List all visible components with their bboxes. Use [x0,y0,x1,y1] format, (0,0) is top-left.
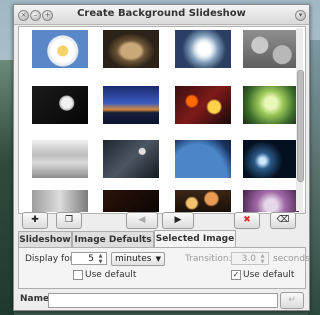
slideshow-dialog: × – + Create Background Slideshow ▾ ✚ ❐ … [13,4,310,311]
image-thumbnail[interactable] [243,30,299,68]
image-thumbnail[interactable] [103,30,159,68]
use-default-checkbox-2[interactable]: ✓ [231,270,241,280]
unit-select[interactable]: minutes ▼ [111,252,165,266]
display-for-spinner[interactable]: 5 ▲ ▼ [71,252,107,265]
grid-scrollbar[interactable] [296,28,304,211]
image-thumbnail[interactable] [175,140,231,178]
use-default-label-2: Use default [243,270,295,280]
transition-spinner[interactable]: 3.0 ▲ ▼ [231,252,269,265]
use-default-label-1: Use default [85,270,137,280]
image-thumbnail[interactable] [32,86,88,124]
transition-label: Transition: [185,254,232,264]
image-thumbnail[interactable] [175,30,231,68]
desktop-background-left [0,60,14,315]
selected-image-panel: Display for: 5 ▲ ▼ minutes ▼ Use default … [18,247,310,289]
window-menu-icon[interactable]: ▾ [295,10,306,21]
tab-slideshow[interactable]: Slideshow [18,231,72,248]
image-grid [18,26,306,214]
image-thumbnail[interactable] [175,190,231,212]
duplicate-image-button[interactable]: ❐ [56,212,82,229]
image-thumbnail[interactable] [103,86,159,124]
copy-icon: ❐ [64,215,74,225]
add-image-button[interactable]: ✚ [22,212,48,229]
chevron-down-icon: ▼ [155,255,161,263]
arrow-left-icon: ◀ [138,215,146,225]
spinner-arrows-icon[interactable]: ▲ ▼ [258,253,267,265]
move-forward-button[interactable]: ▶ [162,212,194,229]
image-thumbnail[interactable] [243,140,299,178]
display-for-value: 5 [88,254,94,264]
move-back-button[interactable]: ◀ [126,212,158,229]
window-title: Create Background Slideshow [77,8,246,19]
transition-value: 3.0 [241,254,256,264]
display-for-label: Display for: [25,254,77,264]
image-thumbnail[interactable] [243,86,299,124]
image-thumbnail[interactable] [103,140,159,178]
delete-image-button[interactable]: ✖ [234,212,260,229]
use-default-checkbox-1[interactable] [73,270,83,280]
image-thumbnail[interactable] [175,86,231,124]
enter-icon: ↵ [288,295,296,305]
image-thumbnail[interactable] [32,140,88,178]
arrow-right-icon: ▶ [174,215,182,225]
tab-image-defaults[interactable]: Image Defaults [72,231,154,248]
image-thumbnail[interactable] [32,30,88,68]
apply-name-button[interactable]: ↵ [280,292,304,309]
scrollbar-thumb[interactable] [297,70,304,182]
title-bar: × – + Create Background Slideshow ▾ [14,5,309,25]
image-thumbnail[interactable] [103,190,159,212]
x-red-icon: ✖ [243,215,251,225]
plus-icon: ✚ [31,215,39,225]
image-thumbnail[interactable] [32,190,88,212]
clear-icon: ⌫ [276,215,290,225]
image-thumbnail[interactable] [243,190,299,212]
name-input[interactable] [48,293,278,308]
transition-unit-label: seconds [273,254,310,264]
unit-value: minutes [115,254,152,264]
tab-bar: Slideshow Image Defaults Selected Image [18,230,304,249]
clear-images-button[interactable]: ⌫ [270,212,296,229]
spinner-arrows-icon[interactable]: ▲ ▼ [96,253,105,265]
